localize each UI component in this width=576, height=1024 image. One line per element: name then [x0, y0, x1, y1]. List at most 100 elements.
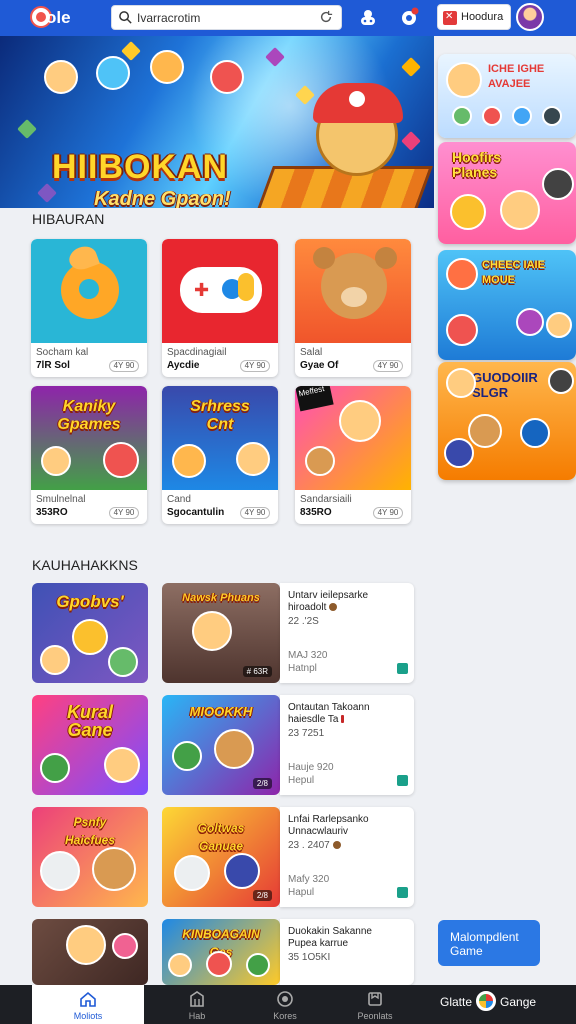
home-icon [80, 991, 96, 1007]
character-image [482, 106, 502, 126]
character-image [468, 414, 502, 448]
coin-icon [329, 603, 338, 612]
box-icon [368, 992, 382, 1006]
character-image [446, 368, 476, 398]
bottom-nav: Moliots Hab Kores Peonlats Glatte Gange [0, 985, 576, 1024]
app-thumbnail: Srhress Cnt [162, 386, 278, 490]
character-image [512, 106, 532, 126]
character-image [108, 647, 138, 677]
character-image [104, 747, 140, 783]
rail-banner[interactable]: GUODOIIR SLGR [438, 362, 576, 480]
hero-banner[interactable]: HIIBOKAN Kadne Gpaon! [0, 36, 434, 208]
character-image [542, 168, 574, 200]
refresh-icon[interactable] [319, 10, 333, 24]
gem-icon [121, 41, 141, 61]
list-meta: Hepul [288, 775, 315, 786]
nav-label: Peonlats [357, 1011, 393, 1021]
character-image [452, 106, 472, 126]
list-title: Duokakin Sakanne [288, 926, 372, 937]
list-subtitle: Unnacwlauriv [288, 826, 349, 837]
app-card[interactable]: Meffest Sandarsiaili 835RO 4Y 90 [295, 386, 411, 524]
list-thumbnail: Goltwas Ganuae 2/8 [162, 807, 280, 907]
building-icon [190, 991, 204, 1007]
gem-icon [401, 131, 421, 151]
list-detail: 23 7251 [288, 728, 325, 739]
nav-item-products[interactable]: Peonlats [330, 985, 420, 1024]
check-icon[interactable] [397, 887, 408, 898]
section-title: KAUHAHAKKNS [32, 557, 138, 573]
check-icon[interactable] [397, 775, 408, 786]
app-thumbnail: Kaniky Gpames [31, 386, 147, 490]
list-info: Duokakin Sakanne Pupea karrue 35 1O5KI [280, 919, 414, 985]
search-icon [119, 11, 132, 24]
app-meta: 7lR Sol [36, 360, 70, 371]
thumbnail-title: Nawsk Phuans [182, 592, 260, 604]
hero-subtitle: Kadne Gpaon! [94, 188, 231, 208]
search-input[interactable]: Ivarracrotim [111, 5, 342, 30]
character-image [500, 190, 540, 230]
list-info: Untarv ieilepsarke hiroadolt 22 .'2S MAJ… [280, 583, 414, 683]
thumbnail-title: Srhress Cnt [190, 398, 250, 433]
character-image [92, 847, 136, 891]
list-title: Untarv ieilepsarke [288, 590, 369, 601]
list-thumbnail: KINBOAGAIN Ges [162, 919, 280, 985]
settings-icon[interactable] [396, 5, 422, 31]
nav-item-hub[interactable]: Hab [150, 985, 244, 1024]
character-image [40, 851, 80, 891]
app-name: Socham kal [36, 347, 89, 358]
app-name: Cand [167, 494, 191, 505]
app-card[interactable]: Salal Gyae Of 4Y 90 [295, 239, 411, 377]
list-item[interactable]: KINBOAGAIN Ges Duokakin Sakanne Pupea ka… [32, 919, 414, 985]
section-title: HIBAURAN [32, 211, 105, 227]
app-brand[interactable]: Glatte Gange [440, 991, 536, 1011]
character-image [72, 619, 108, 655]
app-card[interactable]: Kaniky Gpames Smulnelnal 353RO 4Y 90 [31, 386, 147, 524]
rail-banner[interactable]: ICHE IGHE AVAJEE [438, 54, 576, 138]
avatar[interactable] [516, 3, 544, 31]
list-item[interactable]: Kural Gane MIOOKKH 2/8 Ontautan Takoann … [32, 695, 414, 795]
app-thumbnail [295, 239, 411, 343]
thumbnail-title: MIOOKKH [189, 704, 253, 719]
rail-banner[interactable]: Hoofirs Planes [438, 142, 576, 244]
list-item[interactable]: Gpobvs' Nawsk Phuans # 63R Untarv ieilep… [32, 583, 414, 683]
rail-banner[interactable]: CHEEC IAIE MOUE [438, 250, 576, 360]
region-button[interactable]: Hoodura [437, 4, 511, 30]
mascot-image [313, 83, 403, 176]
controller-icon[interactable] [355, 5, 381, 31]
logo-text[interactable]: ole [46, 8, 71, 28]
app-card[interactable]: Socham kal 7lR Sol 4Y 90 [31, 239, 147, 377]
character-image [236, 442, 270, 476]
character-image [174, 855, 210, 891]
character-image [246, 953, 270, 977]
list-thumbnail: Nawsk Phuans # 63R [162, 583, 280, 683]
cta-button[interactable]: Malompdlent Game [438, 920, 540, 966]
character-image [520, 418, 550, 448]
rail-banner-title: ICHE IGHE AVAJEE [488, 63, 545, 90]
nav-item-scores[interactable]: Kores [240, 985, 330, 1024]
character-image [40, 753, 70, 783]
list-thumbnail [32, 919, 148, 985]
character-image [44, 60, 78, 94]
app-badge: 4Y 90 [373, 507, 403, 519]
brand-left: Glatte [440, 995, 473, 1010]
check-icon[interactable] [397, 663, 408, 674]
gem-icon [17, 119, 37, 139]
coin-icon [332, 841, 341, 850]
bird-icon [61, 261, 119, 319]
app-badge: 4Y 90 [109, 360, 139, 372]
thumbnail-title: Gpobvs' [56, 592, 124, 611]
list-item[interactable]: Psnfy Haicfues Goltwas Ganuae 2/8 Lnfai … [32, 807, 414, 907]
app-name: Sandarsiaili [300, 494, 352, 505]
app-card[interactable]: ✚ Spacdinagiail Aycdie 4Y 90 [162, 239, 278, 377]
nav-label: Moliots [73, 1011, 103, 1021]
bear-icon [313, 247, 387, 319]
list-detail: 22 .'2S [288, 616, 319, 627]
character-image [210, 60, 244, 94]
app-meta: Aycdie [167, 360, 200, 371]
list-meta: Hauje 920 [288, 762, 334, 773]
app-card[interactable]: Srhress Cnt Cand Sgocantulin 4Y 90 [162, 386, 278, 524]
character-image [546, 312, 572, 338]
rail-banner-title: Hoofirs Planes [452, 149, 501, 180]
nav-item-home[interactable]: Moliots [32, 985, 144, 1024]
list-tag: 2/8 [252, 890, 272, 901]
